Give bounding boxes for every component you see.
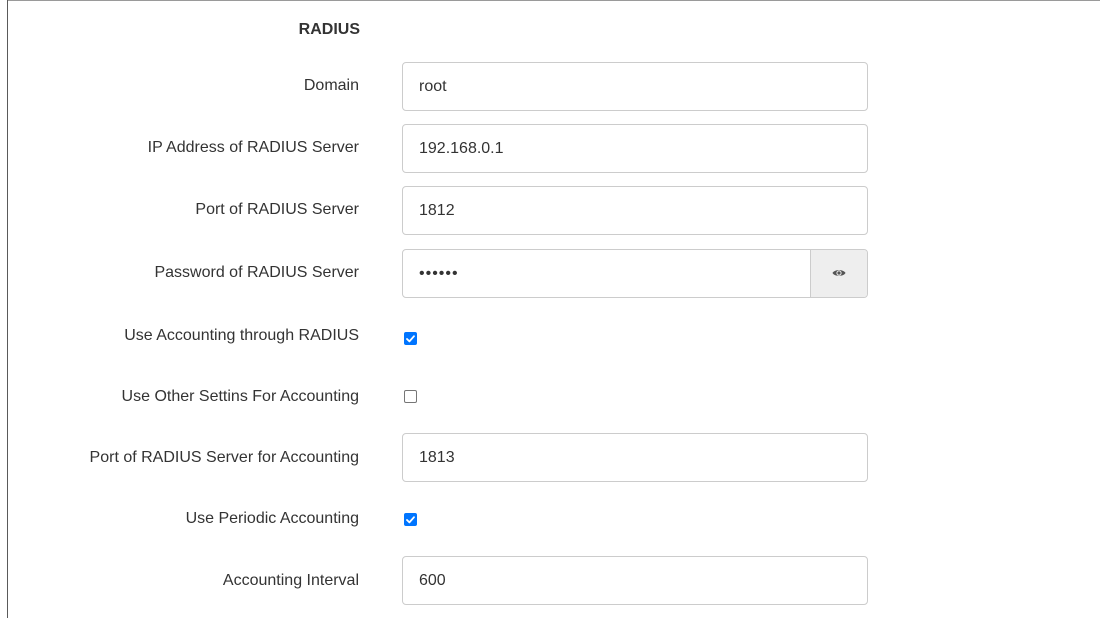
use-accounting-label: Use Accounting through RADIUS [124, 327, 359, 344]
use-other-settings-checkbox[interactable] [404, 390, 417, 403]
server-password-label: Password of RADIUS Server [154, 264, 359, 281]
accounting-interval-label: Accounting Interval [222, 572, 359, 589]
domain-label: Domain [303, 77, 359, 94]
eye-icon [832, 265, 846, 283]
password-input-group [402, 249, 868, 298]
accounting-interval-input[interactable] [402, 556, 868, 605]
show-password-button[interactable] [810, 250, 867, 297]
accounting-port-label: Port of RADIUS Server for Accounting [89, 449, 359, 466]
checkmark-icon [406, 330, 415, 348]
server-port-label: Port of RADIUS Server [195, 201, 359, 218]
server-ip-input[interactable] [402, 124, 868, 173]
use-periodic-accounting-checkbox[interactable] [404, 513, 417, 526]
checkmark-icon [406, 511, 415, 529]
section-title: RADIUS [298, 21, 360, 38]
use-periodic-accounting-label: Use Periodic Accounting [185, 510, 359, 527]
server-password-input[interactable] [403, 250, 810, 297]
domain-input[interactable] [402, 62, 868, 111]
panel-top-border [7, 0, 1100, 1]
accounting-port-input[interactable] [402, 433, 868, 482]
use-other-settings-label: Use Other Settins For Accounting [121, 388, 359, 405]
use-accounting-checkbox[interactable] [404, 332, 417, 345]
server-port-input[interactable] [402, 186, 868, 235]
server-ip-label: IP Address of RADIUS Server [147, 139, 359, 156]
